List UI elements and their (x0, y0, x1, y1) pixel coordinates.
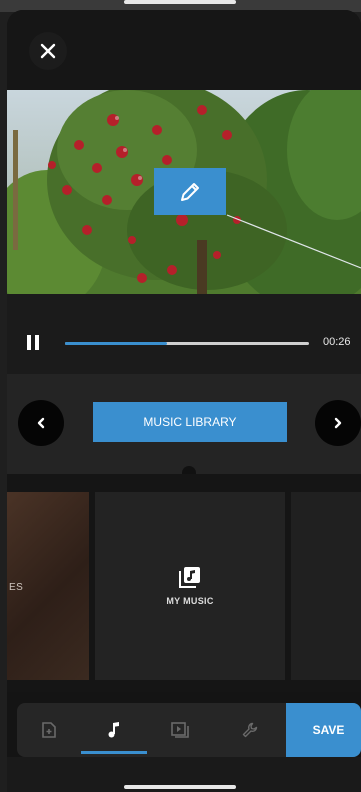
music-tool[interactable] (81, 703, 147, 757)
previous-source-card[interactable]: ES (7, 492, 89, 680)
pencil-icon (181, 182, 199, 201)
my-music-label: MY MUSIC (166, 596, 214, 606)
bottom-toolbar: SAVE (17, 703, 361, 757)
chevron-left-icon (37, 417, 45, 429)
close-icon (40, 43, 56, 59)
wrench-icon (242, 722, 257, 738)
playback-time: 00:26 (323, 336, 351, 348)
close-button[interactable] (29, 32, 67, 70)
chevron-right-icon (334, 417, 342, 429)
music-note-icon (108, 722, 119, 738)
home-indicator[interactable] (124, 785, 236, 789)
phone-frame: 00:26 MUSIC LIBRARY ES MY MUSIC SAVE (0, 0, 361, 792)
next-button[interactable] (315, 400, 361, 446)
editor-screen: 00:26 MUSIC LIBRARY ES MY MUSIC SAVE (7, 10, 361, 792)
card-partial-label: ES (9, 582, 24, 593)
top-home-indicator (124, 0, 236, 4)
format-tool[interactable] (147, 703, 213, 757)
my-music-card[interactable]: MY MUSIC (95, 492, 285, 680)
edit-clip-button[interactable] (154, 168, 226, 215)
pause-button[interactable] (27, 335, 43, 353)
save-button[interactable]: SAVE (286, 703, 361, 757)
music-library-icon (179, 567, 200, 588)
progress-slider[interactable] (65, 342, 309, 345)
previous-button[interactable] (18, 400, 64, 446)
progress-fill (65, 342, 168, 345)
settings-tool[interactable] (213, 703, 286, 757)
next-source-card[interactable] (291, 492, 361, 680)
music-source-cards: ES MY MUSIC (7, 474, 361, 692)
music-library-button[interactable]: MUSIC LIBRARY (93, 402, 287, 442)
selection-indicator (182, 466, 196, 474)
active-tool-underline (81, 751, 147, 754)
header (7, 10, 361, 90)
pause-icon (27, 335, 31, 350)
add-clip-tool[interactable] (17, 703, 81, 757)
add-clip-icon (42, 722, 56, 738)
playback-bar (7, 294, 361, 374)
format-icon (171, 722, 189, 738)
